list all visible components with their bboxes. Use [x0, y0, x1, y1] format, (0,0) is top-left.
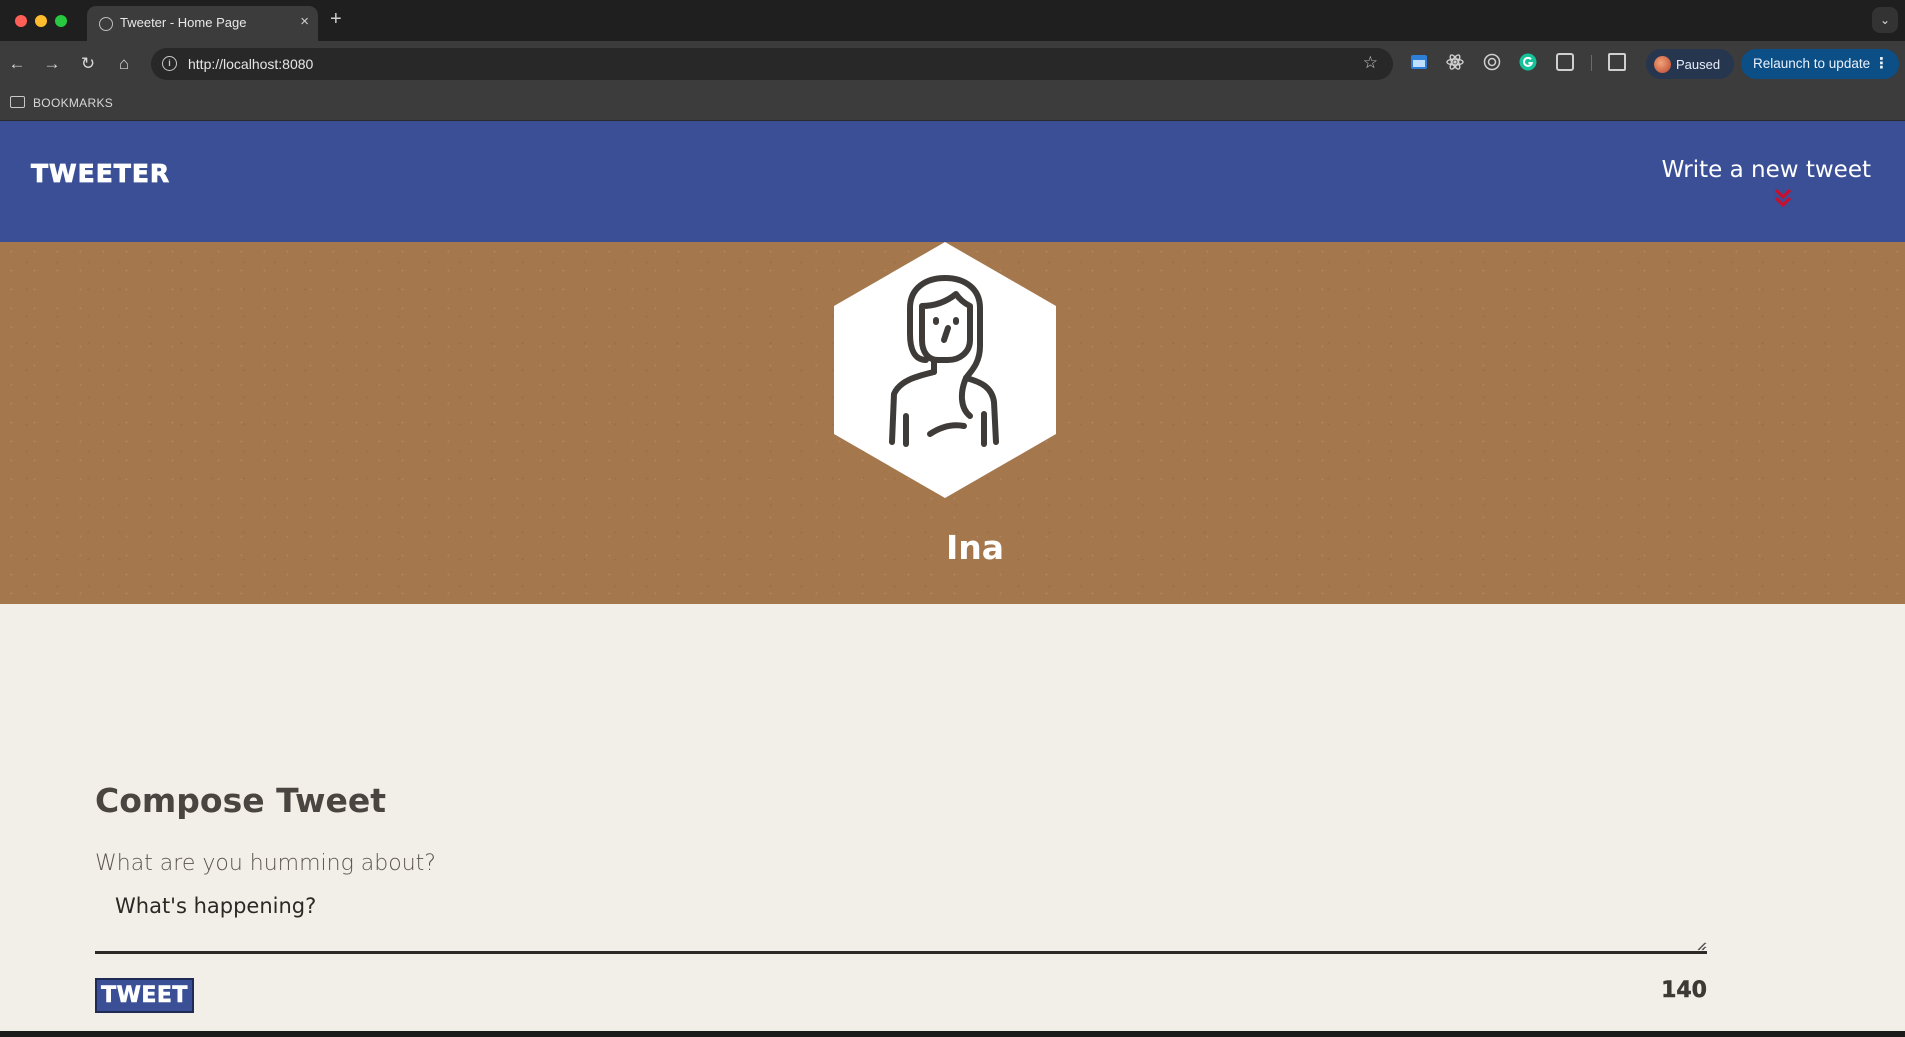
site-logo[interactable]: TWEETER	[31, 159, 170, 189]
resize-handle-icon[interactable]	[1696, 941, 1706, 951]
new-tab-button[interactable]: +	[330, 9, 342, 29]
browser-tab[interactable]: Tweeter - Home Page ×	[87, 6, 318, 41]
forward-icon[interactable]: →	[40, 52, 64, 76]
tab-search-button[interactable]: ⌄	[1872, 7, 1898, 33]
profile-name: Ina	[945, 528, 1005, 567]
window-close-button[interactable]	[15, 15, 27, 27]
bookmark-star-icon[interactable]: ☆	[1363, 53, 1378, 73]
avatar	[834, 242, 1056, 498]
back-icon[interactable]: ←	[5, 52, 29, 76]
extensions-puzzle-icon[interactable]	[1556, 53, 1574, 71]
profile-header: Ina	[0, 242, 1905, 604]
profile-avatar	[1654, 56, 1671, 73]
profile-button[interactable]: Paused	[1646, 49, 1734, 79]
compose-title: Compose Tweet	[95, 781, 386, 820]
site-info-icon[interactable]: i	[162, 56, 177, 71]
window-bottom-edge	[0, 1031, 1905, 1037]
address-bar[interactable]: i http://localhost:8080 ☆	[151, 48, 1393, 80]
react-devtools-icon[interactable]	[1446, 53, 1464, 71]
globe-icon	[99, 17, 113, 31]
folder-icon	[10, 96, 25, 108]
tweet-submit-button[interactable]: TWEET	[95, 978, 194, 1013]
character-counter: 140	[1661, 978, 1707, 1004]
side-panel-icon[interactable]	[1608, 53, 1626, 71]
more-vert-icon[interactable]: ⋮	[1874, 54, 1889, 72]
home-icon[interactable]: ⌂	[112, 52, 136, 76]
site-nav: TWEETER Write a new tweet	[0, 121, 1905, 242]
tab-title: Tweeter - Home Page	[120, 15, 247, 30]
write-tweet-link[interactable]: Write a new tweet	[1662, 157, 1871, 183]
window-minimize-button[interactable]	[35, 15, 47, 27]
window-maximize-button[interactable]	[55, 15, 67, 27]
relaunch-button[interactable]: Relaunch to update ⋮	[1741, 49, 1899, 79]
extension-window-icon[interactable]	[1410, 53, 1428, 71]
double-chevron-down-icon[interactable]	[1773, 187, 1793, 211]
profile-status: Paused	[1676, 57, 1721, 72]
reload-icon[interactable]: ↻	[76, 52, 100, 76]
compose-label: What are you humming about?	[95, 851, 436, 876]
tab-close-icon[interactable]: ×	[300, 14, 309, 29]
tweet-textarea[interactable]	[95, 888, 1707, 954]
record-extension-icon[interactable]	[1483, 53, 1501, 71]
grammarly-icon[interactable]	[1519, 53, 1537, 71]
bookmarks-bar: BOOKMARKS	[0, 87, 1905, 121]
bookmarks-folder[interactable]: BOOKMARKS	[33, 96, 113, 110]
page-viewport: TWEETER Write a new tweet Ina Compose Tw…	[0, 121, 1905, 1031]
browser-tab-bar: Tweeter - Home Page × + ⌄	[0, 0, 1905, 41]
toolbar-divider	[1591, 55, 1592, 71]
address-url[interactable]: http://localhost:8080	[188, 56, 313, 72]
relaunch-label: Relaunch to update	[1753, 56, 1871, 71]
